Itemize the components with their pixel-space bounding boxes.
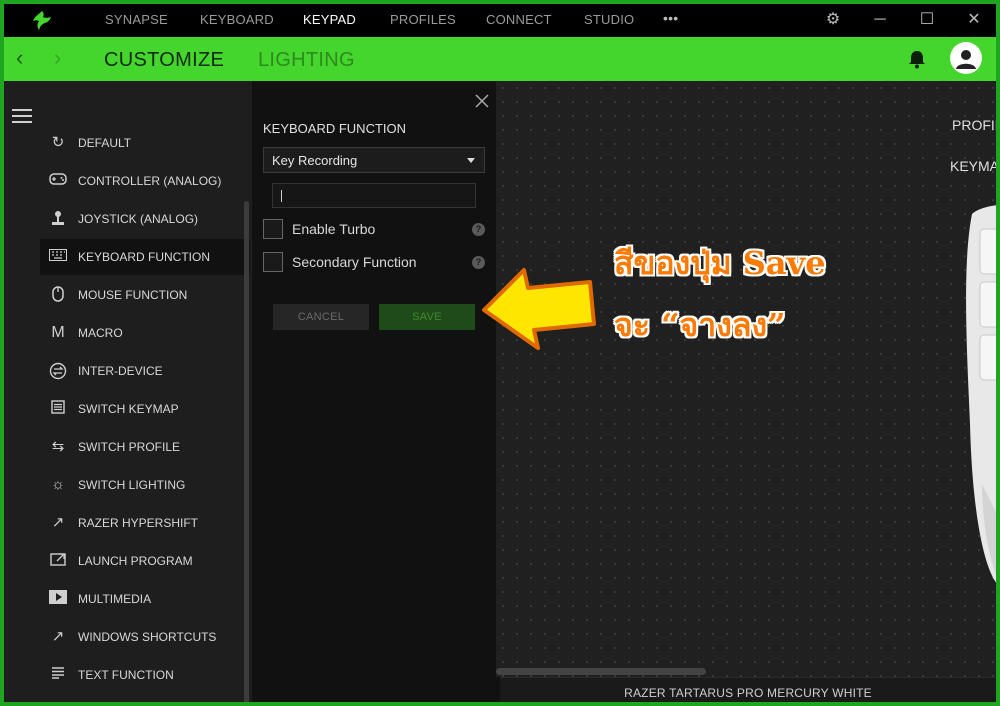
launch-icon [48,552,68,570]
app-window: SYNAPSE KEYBOARD KEYPAD PROFILES CONNECT… [0,0,1000,706]
device-name-bar: RAZER TARTARUS PRO MERCURY WHITE [500,677,996,702]
secondary-function-label: Secondary Function [292,254,417,270]
top-nav: SYNAPSE KEYBOARD KEYPAD PROFILES CONNECT… [4,4,996,37]
sidebar-item-switch-profile[interactable]: ⇆ SWITCH PROFILE [40,429,250,465]
switch-profile-icon: ⇆ [51,438,65,455]
refresh-icon: ↻ [51,134,65,151]
nav-profiles[interactable]: PROFILES [390,12,456,27]
annotation-line-2: จะ “จางลง” [614,306,786,344]
macro-icon: M [51,324,65,341]
sidebar-item-windows-shortcuts[interactable]: ↗ WINDOWS SHORTCUTS [40,619,250,655]
keymap-icon [48,400,68,418]
nav-connect[interactable]: CONNECT [486,12,552,27]
text-cursor [281,190,282,202]
text-icon [48,666,68,684]
sidebar-item-inter-device[interactable]: INTER-DEVICE [40,353,250,389]
lighting-icon: ☼ [51,476,65,493]
sidebar-item-switch-keymap[interactable]: SWITCH KEYMAP [40,391,250,427]
inter-device-icon [48,362,68,380]
back-arrow-icon[interactable]: ‹ [16,47,23,69]
sidebar-item-joystick[interactable]: JOYSTICK (ANALOG) [40,201,250,237]
user-icon [956,50,976,69]
sidebar-item-label: LAUNCH PROGRAM [78,554,193,568]
nav-keyboard[interactable]: KEYBOARD [200,12,274,27]
sidebar-item-launch-program[interactable]: LAUNCH PROGRAM [40,543,250,579]
horizontal-scrollbar[interactable] [496,668,706,675]
panel-title: KEYBOARD FUNCTION [263,121,407,136]
sidebar-item-razer-hypershift[interactable]: ↗ RAZER HYPERSHIFT [40,505,250,541]
sidebar-item-keyboard-function[interactable]: KEYBOARD FUNCTION [40,239,250,275]
sidebar-item-label: MULTIMEDIA [78,592,152,606]
sidebar-item-label: DEFAULT [78,136,132,150]
dropdown-value: Key Recording [272,153,358,168]
sidebar-item-label: RAZER HYPERSHIFT [78,516,199,530]
settings-icon[interactable]: ⚙ [823,10,843,30]
more-menu-icon[interactable]: ••• [663,10,678,26]
chevron-down-icon [467,158,475,163]
nav-keypad[interactable]: KEYPAD [303,12,356,27]
sidebar: ↻ DEFAULT CONTROLLER (ANALOG) JOYSTICK (… [4,81,252,702]
sidebar-item-switch-lighting[interactable]: ☼ SWITCH LIGHTING [40,467,250,503]
profile-label[interactable]: PROFIL [952,117,996,133]
sidebar-item-text-function[interactable]: TEXT FUNCTION [40,657,250,693]
shortcut-icon: ↗ [51,628,65,645]
close-icon[interactable]: ✕ [964,10,984,30]
sidebar-item-multimedia[interactable]: MULTIMEDIA [40,581,250,617]
tab-lighting[interactable]: LIGHTING [258,49,355,72]
mouse-icon [48,286,68,304]
tab-customize[interactable]: CUSTOMIZE [104,49,224,72]
sidebar-item-default[interactable]: ↻ DEFAULT [40,125,250,161]
annotation-line-1: สีของปุ่ม Save [614,244,826,282]
hypershift-icon: ↗ [51,514,65,531]
sidebar-item-label: MOUSE FUNCTION [78,288,188,302]
sidebar-item-controller[interactable]: CONTROLLER (ANALOG) [40,163,250,199]
sub-nav-bar: ‹ › CUSTOMIZE LIGHTING [4,37,996,81]
nav-studio[interactable]: STUDIO [584,12,634,27]
avatar[interactable] [950,42,982,74]
sidebar-item-label: INTER-DEVICE [78,364,163,378]
sidebar-item-label: TEXT FUNCTION [78,668,174,682]
device-canvas [496,81,996,677]
enable-turbo-checkbox[interactable] [263,219,283,239]
function-panel: KEYBOARD FUNCTION Key Recording Enable T… [252,81,496,702]
secondary-function-checkbox[interactable] [263,252,283,272]
function-dropdown[interactable]: Key Recording [263,147,485,173]
hamburger-menu-icon[interactable] [12,109,32,125]
bell-icon[interactable] [906,48,928,70]
sidebar-item-label: WINDOWS SHORTCUTS [78,630,217,644]
save-button[interactable]: SAVE [379,304,475,330]
sidebar-item-label: SWITCH LIGHTING [78,478,186,492]
forward-arrow-icon[interactable]: › [54,47,61,69]
cancel-button[interactable]: CANCEL [273,304,369,330]
sidebar-item-label: JOYSTICK (ANALOG) [78,212,199,226]
sidebar-item-label: SWITCH KEYMAP [78,402,179,416]
joystick-icon [48,210,68,228]
annotation-arrow-icon [482,268,596,350]
sidebar-item-macro[interactable]: M MACRO [40,315,250,351]
sidebar-item-label: CONTROLLER (ANALOG) [78,174,222,188]
minimize-icon[interactable]: ─ [870,10,890,30]
close-panel-icon[interactable] [474,93,490,109]
multimedia-icon [48,590,68,608]
sidebar-item-mouse-function[interactable]: MOUSE FUNCTION [40,277,250,313]
keymap-label[interactable]: KEYMA [950,158,996,174]
help-icon[interactable]: ? [472,223,485,236]
sidebar-item-label: MACRO [78,326,123,340]
sidebar-item-label: SWITCH PROFILE [78,440,181,454]
sidebar-item-label: KEYBOARD FUNCTION [78,250,211,264]
razer-logo-icon[interactable] [30,9,54,33]
keypad-device-image [966,205,996,583]
maximize-icon[interactable]: ☐ [917,10,937,30]
device-name[interactable]: RAZER TARTARUS PRO MERCURY WHITE [500,686,996,700]
enable-turbo-label: Enable Turbo [292,221,376,237]
keyboard-icon [48,248,68,266]
key-recording-input[interactable] [272,183,476,208]
nav-synapse[interactable]: SYNAPSE [105,12,168,27]
gamepad-icon [48,172,68,190]
sidebar-scrollbar[interactable] [244,201,249,702]
